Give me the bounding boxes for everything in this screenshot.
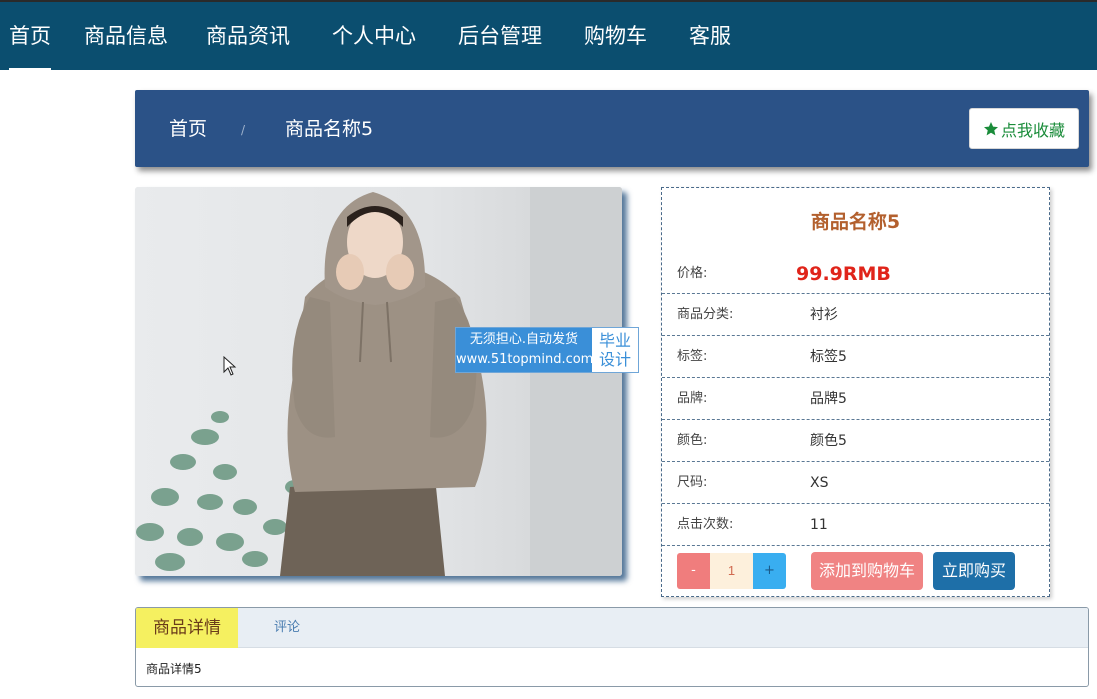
price-value: 99.9RMB [796,263,891,285]
watermark-right2: 设计 [598,350,631,369]
nav-item-profile[interactable]: 个人中心 [332,2,416,70]
info-row-tag: 标签: 标签5 [662,336,1049,378]
product-image [135,187,622,576]
price-row: 价格: 99.9RMB [662,254,1049,294]
info-label: 尺码: [677,475,708,490]
nav-item-admin[interactable]: 后台管理 [458,2,542,70]
info-label: 商品分类: [677,307,734,322]
info-value: 颜色5 [810,433,847,449]
info-value: 衬衫 [810,307,838,323]
breadcrumb-separator: / [241,123,246,137]
star-icon [983,121,998,135]
tab-content: 商品详情5 [146,662,202,676]
info-label: 品牌: [677,391,708,406]
nav-item-products[interactable]: 商品信息 [84,2,168,70]
product-title: 商品名称5 [810,211,901,233]
tab-review[interactable]: 评论 [274,608,300,648]
product-info-panel: 商品名称5 价格: 99.9RMB 商品分类: 衬衫 标签: 标签5 品牌: 品… [661,187,1050,597]
info-value: 标签5 [810,349,847,365]
watermark-badge: 无须担心.自动发货 www.51topmind.com 毕业 设计 [455,327,639,373]
product-photo [135,187,622,576]
info-value: 11 [810,517,828,533]
favorite-button[interactable]: 点我收藏 [969,108,1079,149]
price-label: 价格: [677,266,708,281]
product-tabs: 商品详情 评论 商品详情5 [135,607,1089,687]
nav-item-home[interactable]: 首页 [9,2,51,70]
watermark-line1: 无须担心.自动发货 [469,332,579,347]
quantity-increase-button[interactable]: + [753,553,786,589]
info-label: 颜色: [677,433,708,448]
watermark-right1: 毕业 [598,331,631,350]
watermark-line2: www.51topmind.com [456,352,594,367]
quantity-decrease-button[interactable]: - [677,553,710,589]
buy-now-button[interactable]: 立即购买 [933,552,1015,590]
info-value: XS [810,475,829,491]
info-value: 品牌5 [810,391,847,407]
quantity-stepper: - + [677,553,786,589]
breadcrumb: 首页 / 商品名称5 点我收藏 [135,90,1089,167]
info-row-brand: 品牌: 品牌5 [662,378,1049,420]
quantity-input[interactable] [710,553,753,589]
info-row-category: 商品分类: 衬衫 [662,294,1049,336]
tabs-header: 商品详情 评论 [136,608,1088,648]
nav-item-news[interactable]: 商品资讯 [206,2,290,70]
info-row-color: 颜色: 颜色5 [662,420,1049,462]
add-to-cart-button[interactable]: 添加到购物车 [811,552,923,590]
breadcrumb-current: 商品名称5 [285,118,374,140]
favorite-label: 点我收藏 [1000,120,1065,140]
info-row-size: 尺码: XS [662,462,1049,504]
watermark-main: 无须担心.自动发货 www.51topmind.com [456,328,594,372]
breadcrumb-home[interactable]: 首页 [169,90,207,168]
top-nav: 首页 商品信息 商品资讯 个人中心 后台管理 购物车 客服 [0,0,1097,70]
info-label: 标签: [677,349,708,364]
tab-detail[interactable]: 商品详情 [136,608,238,648]
nav-item-service[interactable]: 客服 [689,2,731,70]
mouse-cursor-icon [223,356,237,376]
watermark-side: 毕业 设计 [592,328,638,372]
nav-item-cart[interactable]: 购物车 [584,2,647,70]
info-row-clicks: 点击次数: 11 [662,504,1049,546]
info-label: 点击次数: [677,517,734,532]
